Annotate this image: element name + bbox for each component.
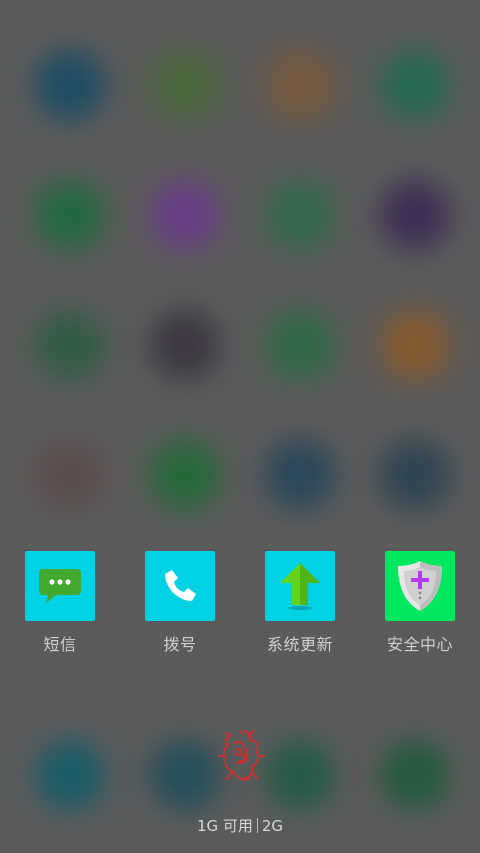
memory-status: 1G 可用 2G xyxy=(0,815,480,836)
app-label: 系统更新 xyxy=(266,635,333,654)
app-row: 短信 拨号 系统更新 安全中心 xyxy=(0,551,480,661)
security-shield-icon xyxy=(385,551,455,621)
app-dialer[interactable]: 拨号 xyxy=(132,551,228,655)
memory-total-text: 2G xyxy=(261,817,284,835)
phone-icon xyxy=(145,551,215,621)
app-sms[interactable]: 短信 xyxy=(12,551,108,655)
upload-arrow-icon xyxy=(265,551,335,621)
app-system-update[interactable]: 系统更新 xyxy=(252,551,348,655)
divider xyxy=(256,818,258,833)
memory-free-text: 1G 可用 xyxy=(196,817,253,835)
app-security-center[interactable]: 安全中心 xyxy=(372,551,468,655)
app-label: 短信 xyxy=(43,635,77,654)
app-label: 安全中心 xyxy=(386,635,453,654)
message-icon xyxy=(25,551,95,621)
clean-memory-decoration-icon[interactable] xyxy=(214,726,268,788)
app-label: 拨号 xyxy=(163,635,197,654)
